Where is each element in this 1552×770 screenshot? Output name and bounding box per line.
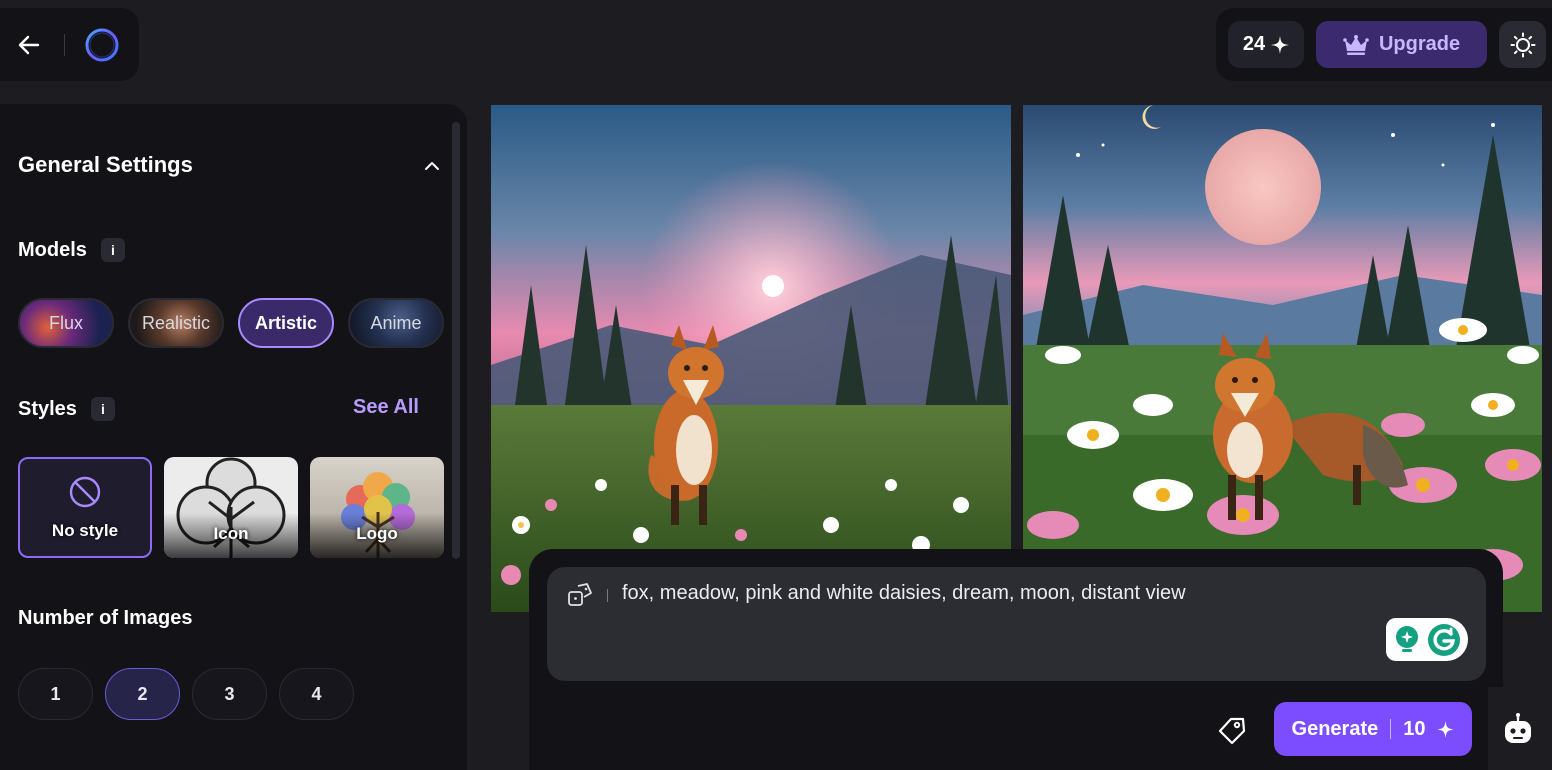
number-label: Number of Images: [18, 607, 193, 629]
number-option-2[interactable]: 2: [105, 668, 180, 720]
style-label: Icon: [213, 524, 249, 543]
number-option-1[interactable]: 1: [18, 668, 93, 720]
style-label: No style: [51, 520, 119, 540]
tag-button[interactable]: [1215, 714, 1249, 748]
number-heading: Number of Images: [18, 607, 192, 630]
model-label: Artistic: [254, 312, 317, 333]
arrow-left-icon: [18, 35, 40, 55]
crown-icon: [1343, 34, 1369, 55]
theme-toggle-button[interactable]: [1499, 21, 1546, 68]
dice-icon[interactable]: [567, 583, 593, 609]
prompt-text[interactable]: fox, meadow, pink and white daisies, dre…: [622, 582, 1186, 605]
prompt-panel: fox, meadow, pink and white daisies, dre…: [529, 549, 1503, 770]
sun-icon: [1510, 32, 1535, 57]
styles-info-icon[interactable]: i: [90, 397, 115, 421]
model-label: Realistic: [141, 312, 211, 333]
section-title: General Settings: [18, 152, 193, 177]
style-no-style[interactable]: No style: [18, 457, 152, 558]
credits-count: 24: [1242, 33, 1266, 55]
model-label: Anime: [370, 312, 422, 333]
generated-image-2[interactable]: [1023, 105, 1542, 612]
styles-heading: Styles i: [18, 397, 115, 421]
sidebar-scrollbar[interactable]: [452, 122, 460, 559]
grammarly-g-icon[interactable]: [1427, 623, 1461, 657]
models-heading: Models i: [18, 238, 125, 262]
sparkle-icon: [1271, 35, 1290, 54]
robot-icon: [1505, 712, 1531, 743]
credits-badge[interactable]: 24: [1228, 21, 1304, 68]
prompt-input[interactable]: fox, meadow, pink and white daisies, dre…: [547, 567, 1486, 681]
models-info-icon[interactable]: i: [100, 238, 125, 262]
fox-meadow-image: [1023, 105, 1542, 612]
back-button[interactable]: [14, 30, 44, 60]
model-list: Flux Realistic Artistic Anime: [18, 298, 444, 348]
number-option-4[interactable]: 4: [279, 668, 354, 720]
generated-image-1[interactable]: [491, 105, 1011, 612]
top-left-bar: [0, 8, 139, 81]
models-label: Models: [18, 238, 87, 261]
settings-sidebar: General Settings Models i Flux Realistic…: [0, 104, 467, 770]
collapse-button[interactable]: [420, 154, 444, 178]
generate-button[interactable]: Generate 10: [1274, 702, 1472, 756]
style-icon[interactable]: Icon: [164, 457, 298, 558]
assistant-bot-button[interactable]: [1488, 687, 1548, 770]
model-artistic[interactable]: Artistic: [238, 298, 334, 348]
style-list: No style Icon Logo: [18, 457, 444, 558]
fox-meadow-image: [491, 105, 1011, 612]
grammarly-widget[interactable]: [1386, 618, 1468, 661]
number-selector: 1 2 3 4: [18, 668, 354, 720]
generate-cost: 10: [1403, 717, 1426, 740]
styles-label: Styles: [18, 397, 77, 420]
upgrade-button[interactable]: Upgrade: [1316, 21, 1487, 68]
model-label: Flux: [48, 312, 83, 333]
divider: [64, 34, 65, 56]
model-anime[interactable]: Anime: [348, 298, 444, 348]
ban-icon: [69, 476, 101, 507]
top-right-bar: 24 Upgrade: [1216, 8, 1552, 81]
see-all-link[interactable]: See All: [353, 396, 419, 419]
upgrade-label: Upgrade: [1378, 33, 1461, 55]
number-option-3[interactable]: 3: [192, 668, 267, 720]
chevron-up-icon: [425, 162, 439, 170]
style-logo[interactable]: Logo: [310, 457, 444, 558]
generate-label: Generate: [1291, 717, 1379, 740]
model-realistic[interactable]: Realistic: [128, 298, 224, 348]
text-caret: [607, 589, 608, 602]
style-label: Logo: [356, 524, 398, 543]
ring-logo-icon[interactable]: [84, 27, 120, 63]
sparkle-icon: [1437, 720, 1455, 738]
model-flux[interactable]: Flux: [18, 298, 114, 348]
tag-icon: [1218, 717, 1246, 745]
generate-separator: [1390, 719, 1392, 739]
bulb-icon[interactable]: [1393, 625, 1421, 655]
app-root: 24 Upgrade General Settings Models i Flu…: [0, 0, 1552, 770]
